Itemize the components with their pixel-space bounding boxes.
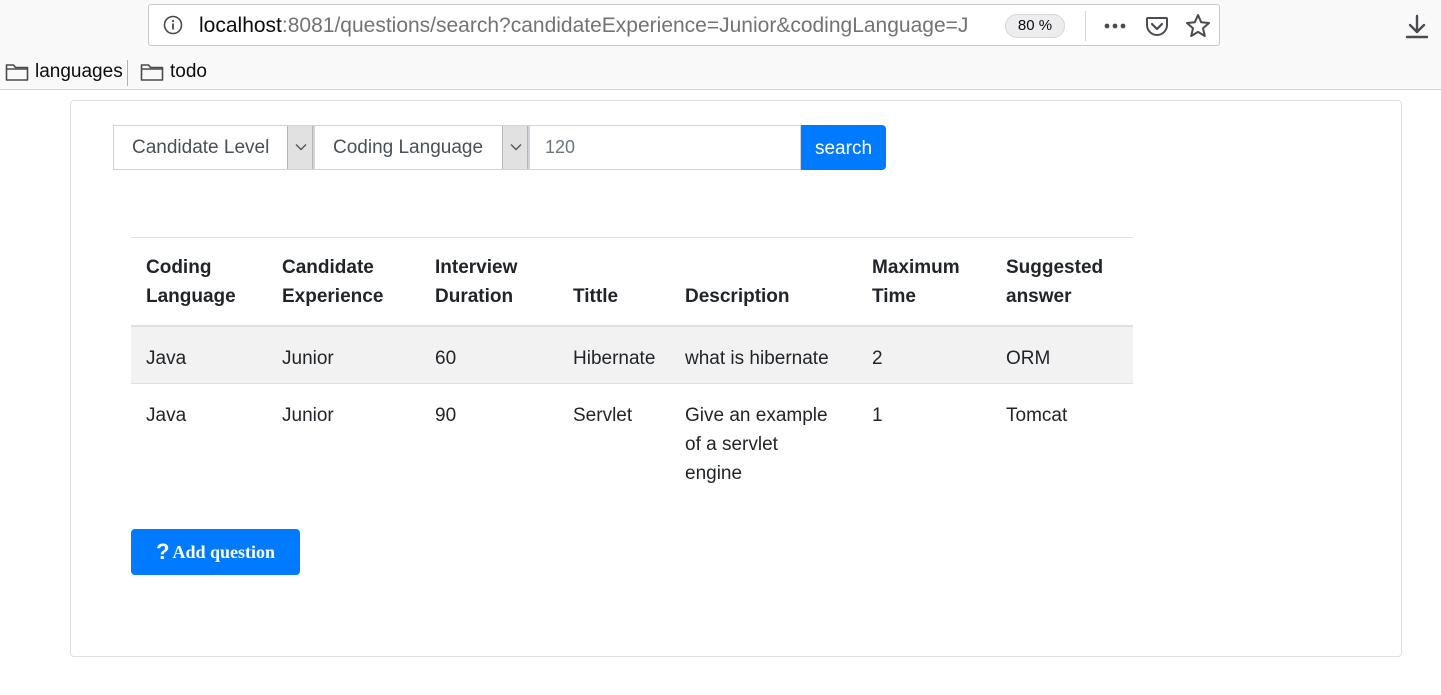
column-header: Description	[670, 237, 857, 327]
column-header: Candidate Experience	[267, 237, 420, 327]
column-header: Maximum Time	[857, 237, 991, 327]
bookmark-label: languages	[35, 61, 123, 82]
column-header-line: answer	[1006, 285, 1072, 307]
column-header-line	[573, 253, 670, 282]
select-arrow[interactable]	[502, 126, 528, 169]
column-header: Interview Duration	[420, 237, 558, 327]
divider	[1085, 11, 1086, 41]
url-host: localhost	[199, 14, 282, 37]
table-cell: 90	[435, 405, 457, 426]
column-header: Tittle	[558, 237, 670, 327]
bookmark-separator	[127, 60, 128, 86]
table-cell: Junior	[282, 405, 334, 426]
column-header-line: Time	[872, 285, 917, 307]
column-header-line: Tittle	[573, 285, 619, 307]
table-cell: 60	[420, 325, 558, 384]
column-header-line: Language	[146, 285, 236, 307]
bookmark-languages[interactable]: languages	[5, 60, 123, 84]
column-header-line: Interview	[435, 256, 518, 278]
column-header-line: Description	[685, 285, 790, 307]
table-row: Java Junior 90 Servlet Give an example of a …	[131, 384, 1133, 489]
download-icon[interactable]	[1404, 14, 1430, 40]
select-label: Coding Language	[333, 137, 484, 158]
browser-toolbar: localhost:8081/questions/search?candidat…	[0, 0, 1441, 56]
table-cell: ORM	[991, 325, 1133, 384]
address-bar[interactable]: localhost:8081/questions/search?candidat…	[148, 4, 1220, 46]
column-header: Suggested answer	[991, 237, 1133, 327]
column-header-line	[685, 253, 857, 282]
table-cell: Java	[131, 325, 267, 384]
table-cell: Java	[146, 405, 187, 426]
coding-language-select[interactable]: Coding Language	[314, 125, 529, 170]
table-cell: Junior	[267, 325, 420, 384]
search-button[interactable]: search	[801, 125, 886, 170]
select-label: Candidate Level	[132, 137, 270, 158]
folder-icon	[140, 64, 164, 81]
column-header-line: Duration	[435, 285, 514, 307]
add-question-label: Add question	[172, 541, 275, 562]
folder-icon	[5, 64, 29, 81]
column-header-line: Maximum	[872, 256, 960, 278]
column-header-line: Experience	[282, 285, 384, 307]
table-cell: what is hibernate	[670, 325, 857, 384]
select-arrow[interactable]	[287, 126, 313, 169]
column-header: Coding Language	[131, 237, 267, 327]
column-header-line: Suggested	[1006, 256, 1104, 278]
table-cell: 1	[872, 405, 883, 426]
table-body: Java Junior 60 Hibernate what is hibernate 2 O…	[131, 325, 1133, 489]
table-row: Java Junior 60 Hibernate what is hibernate 2 O…	[131, 325, 1133, 384]
table-cell: Tomcat	[1006, 405, 1068, 426]
chevron-down-icon	[295, 144, 307, 151]
bookmark-label: todo	[170, 61, 207, 82]
table-cell: Give an example of a servlet engine	[685, 405, 828, 484]
questions-table: Coding Language Candidate Experience Intervi…	[131, 237, 1133, 488]
column-header-line: Coding	[146, 256, 212, 278]
url-text[interactable]: localhost:8081/questions/search?candidat…	[199, 14, 974, 38]
more-icon[interactable]	[1101, 14, 1129, 38]
candidate-level-select[interactable]: Candidate Level	[113, 125, 314, 170]
column-header-line: Candidate	[282, 256, 374, 278]
info-icon[interactable]	[163, 15, 183, 35]
add-question-button[interactable]: ? Add question	[131, 529, 300, 575]
bookmark-todo[interactable]: todo	[140, 60, 207, 84]
star-icon[interactable]	[1185, 13, 1211, 39]
chevron-down-icon	[510, 144, 522, 151]
table-cell: Servlet	[573, 405, 633, 426]
url-path: :8081/questions/search?candidateExperien…	[281, 14, 969, 37]
bookmarks-toolbar: languages todo	[0, 56, 1441, 90]
question-mark-icon: ?	[156, 539, 170, 564]
table-cell: 2	[857, 325, 991, 384]
table-cell: Hibernate	[558, 325, 670, 384]
duration-input[interactable]	[529, 125, 801, 170]
table-header-row: Coding Language Candidate Experience Intervi…	[131, 237, 1133, 327]
pocket-icon[interactable]	[1145, 14, 1169, 38]
zoom-badge[interactable]: 80 %	[1005, 14, 1065, 38]
